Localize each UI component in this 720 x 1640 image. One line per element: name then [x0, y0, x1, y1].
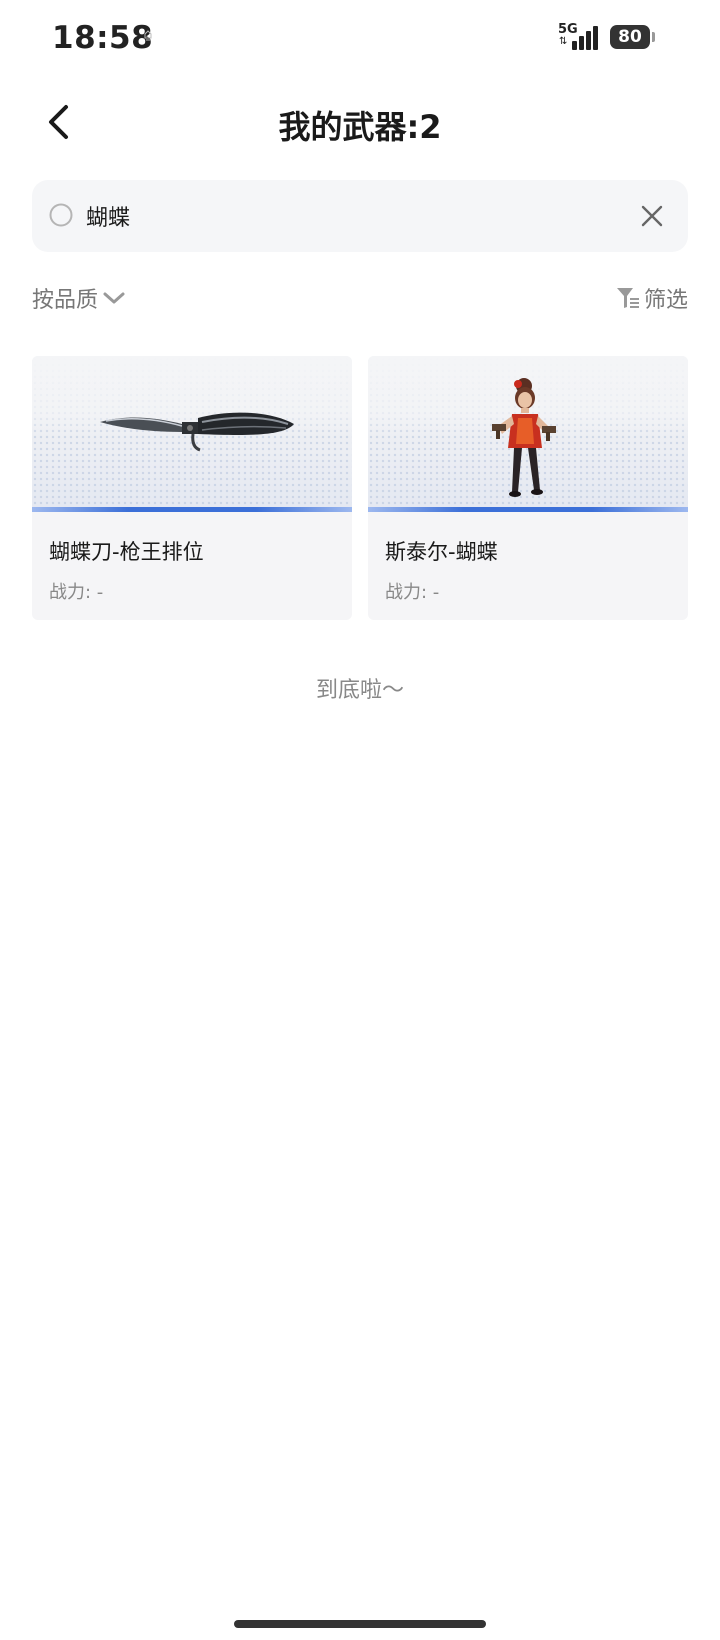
character-with-guns-image: [492, 378, 556, 497]
butterfly-knife-image: [100, 412, 294, 452]
weapon-name: 斯泰尔-蝴蝶: [385, 540, 498, 564]
status-bar: 18:58 5G ⇅ 80: [0, 0, 720, 80]
battery-level: 80: [618, 27, 642, 47]
weapon-name: 蝴蝶刀-枪王排位: [49, 540, 204, 564]
weapon-card[interactable]: 蝴蝶刀-枪王排位 战力: -: [32, 356, 352, 620]
weapon-image: [368, 356, 688, 512]
close-icon: [641, 205, 663, 227]
sort-label: 按品质: [32, 288, 99, 313]
network-type: 5G: [558, 22, 578, 37]
search-icon: [48, 201, 78, 231]
home-indicator[interactable]: [234, 1620, 486, 1628]
data-arrows-icon: ⇅: [559, 36, 568, 47]
weapon-image: [32, 356, 352, 512]
status-time: 18:58: [52, 20, 154, 56]
notification-icon: [144, 30, 152, 41]
weapon-grid: 蝴蝶刀-枪王排位 战力: - 斯泰尔-蝴蝶 战力: -: [32, 356, 688, 620]
sort-by-quality-dropdown[interactable]: 按品质: [32, 282, 126, 314]
status-indicators: 5G ⇅ 80: [558, 22, 655, 50]
page-title: 我的武器:2: [278, 108, 442, 146]
weapon-power: 战力: -: [49, 582, 104, 603]
filter-button[interactable]: 筛选: [616, 282, 688, 314]
battery-icon: 80: [610, 25, 655, 49]
quality-stripe: [368, 507, 688, 512]
nav-header: 我的武器:2: [0, 90, 720, 160]
chevron-down-icon: [103, 292, 125, 304]
clear-search-button[interactable]: [634, 198, 670, 234]
filter-label: 筛选: [643, 288, 688, 313]
search-input[interactable]: [86, 203, 626, 229]
weapon-power: 战力: -: [385, 582, 440, 603]
quality-stripe: [32, 507, 352, 512]
filter-icon: [616, 288, 639, 308]
search-bar: [32, 180, 688, 252]
end-of-list-text: 到底啦～: [315, 678, 404, 703]
filter-row: 按品质 筛选: [32, 282, 688, 322]
weapon-card[interactable]: 斯泰尔-蝴蝶 战力: -: [368, 356, 688, 620]
signal-icon: 5G ⇅: [558, 22, 600, 50]
